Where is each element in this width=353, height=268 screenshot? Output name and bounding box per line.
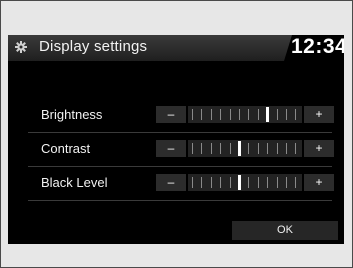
decrease-button[interactable]: –: [156, 106, 186, 123]
ok-button[interactable]: OK: [232, 221, 338, 240]
setting-row-contrast: Contrast – +: [28, 133, 334, 167]
level-tick: [201, 177, 203, 188]
level-tick: [229, 143, 231, 154]
decrease-button[interactable]: –: [156, 140, 186, 157]
level-tick: [239, 109, 240, 120]
level-indicator: [238, 141, 241, 156]
black-level-stepper: – +: [156, 174, 334, 191]
level-tick: [257, 109, 259, 120]
level-tick: [276, 177, 278, 188]
contrast-stepper: – +: [156, 140, 334, 157]
level-indicator: [238, 175, 241, 190]
setting-label: Black Level: [41, 175, 108, 190]
level-tick: [210, 143, 212, 154]
level-tick: [192, 143, 193, 154]
gear-icon: [15, 41, 27, 53]
level-tick: [220, 177, 222, 188]
setting-row-brightness: Brightness – +: [28, 99, 334, 133]
level-tick: [257, 143, 259, 154]
level-tick: [192, 177, 193, 188]
setting-label: Brightness: [41, 107, 103, 122]
level-tick: [201, 109, 203, 120]
level-tick: [248, 177, 250, 188]
level-indicator: [266, 107, 270, 122]
level-track[interactable]: [188, 140, 302, 157]
level-tick: [248, 143, 250, 154]
level-tick: [220, 143, 222, 154]
increase-button[interactable]: +: [304, 106, 334, 123]
level-tick: [286, 143, 287, 154]
page-title: Display settings: [39, 38, 148, 55]
setting-label: Contrast: [41, 141, 91, 156]
display-screen: Display settings 12:34 Brightness – + Co…: [8, 35, 344, 244]
level-track[interactable]: [188, 174, 302, 191]
setting-row-black-level: Black Level – +: [28, 167, 334, 201]
level-tick: [201, 143, 203, 154]
increase-button[interactable]: +: [304, 140, 334, 157]
level-tick: [220, 109, 222, 120]
level-tick: [267, 177, 269, 188]
level-tick: [286, 109, 287, 120]
level-tick: [210, 177, 212, 188]
level-tick: [192, 109, 193, 120]
level-tick: [286, 177, 287, 188]
level-tick: [248, 109, 250, 120]
decrease-button[interactable]: –: [156, 174, 186, 191]
level-tick: [229, 109, 231, 120]
level-track[interactable]: [188, 106, 302, 123]
level-tick: [295, 177, 297, 188]
header-bar: Display settings 12:34: [8, 35, 344, 61]
level-tick: [210, 109, 212, 120]
brightness-stepper: – +: [156, 106, 334, 123]
clock-display: 12:34: [291, 35, 344, 58]
level-tick: [267, 143, 269, 154]
increase-button[interactable]: +: [304, 174, 334, 191]
level-tick: [295, 143, 297, 154]
level-tick: [229, 177, 231, 188]
level-tick: [276, 143, 278, 154]
level-tick: [257, 177, 259, 188]
level-tick: [295, 109, 297, 120]
level-tick: [276, 109, 278, 120]
